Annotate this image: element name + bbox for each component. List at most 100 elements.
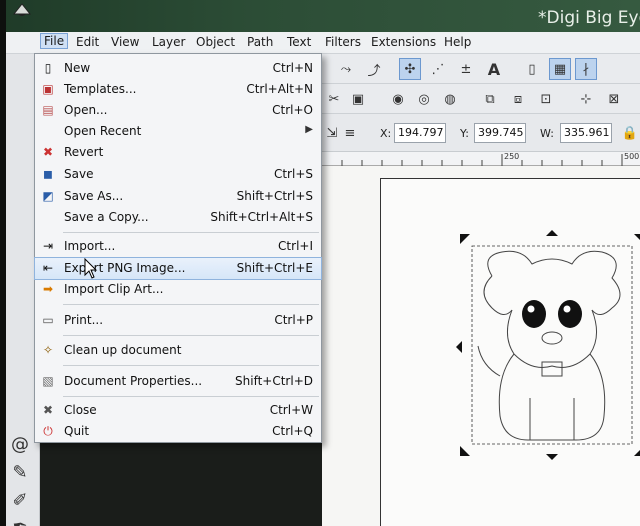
snap-path-icon[interactable]: ⋰ <box>428 59 448 79</box>
menu-item-shortcut: Ctrl+Q <box>272 424 313 438</box>
menu-item-document-properties[interactable]: ▧ Document Properties... Shift+Ctrl+D <box>35 371 321 392</box>
w-label: W: <box>540 127 554 140</box>
zoom-drawing-icon[interactable]: ◎ <box>414 89 434 109</box>
menu-separator <box>63 365 319 366</box>
pencil-tool-icon[interactable]: ✎ <box>8 462 32 484</box>
menu-item-templates[interactable]: ▣ Templates... Ctrl+Alt+N <box>35 79 321 100</box>
new-document-icon: ▯ <box>44 61 52 75</box>
align-icon[interactable]: ≡ <box>340 123 360 143</box>
menu-item-quit[interactable]: ⏻ Quit Ctrl+Q <box>35 421 321 442</box>
menu-item-save-copy[interactable]: Save a Copy... Shift+Ctrl+Alt+S <box>35 207 321 228</box>
menu-extensions[interactable]: Extensions <box>371 35 436 49</box>
quit-icon: ⏻ <box>43 424 53 438</box>
ungroup-icon[interactable]: ⊠ <box>604 89 624 109</box>
menu-item-label: Templates... <box>64 82 137 96</box>
menu-item-label: Print... <box>64 313 104 327</box>
menu-item-clean-up[interactable]: ✧ Clean up document <box>35 340 321 361</box>
menu-item-label: Import... <box>64 239 116 253</box>
import-icon: ⇥ <box>42 239 54 253</box>
menu-item-label: Import Clip Art... <box>64 282 164 296</box>
menu-item-label: Close <box>64 403 97 417</box>
menu-item-import-clip-art[interactable]: ➡ Import Clip Art... <box>35 279 321 300</box>
revert-icon: ✖ <box>42 145 54 159</box>
document-title: *Digi Big Eye <box>538 8 640 28</box>
x-field[interactable]: 194.797 <box>394 123 446 143</box>
text-tool-icon[interactable]: A <box>484 59 504 79</box>
y-label: Y: <box>460 127 469 140</box>
title-bar: *Digi Big Eye <box>0 0 640 32</box>
ruler-ticks <box>341 154 623 166</box>
menu-edit[interactable]: Edit <box>76 35 99 49</box>
menu-separator <box>63 232 319 233</box>
menu-object[interactable]: Object <box>196 35 235 49</box>
menu-item-save[interactable]: ◼ Save Ctrl+S <box>35 164 321 185</box>
y-field[interactable]: 399.745 <box>474 123 526 143</box>
horizontal-ruler: 250 500 <box>322 152 640 166</box>
menu-item-revert[interactable]: ✖ Revert <box>35 142 321 163</box>
menu-item-label: Revert <box>64 145 104 159</box>
document-properties-icon: ▧ <box>42 374 54 388</box>
menu-file[interactable]: File <box>39 33 69 49</box>
drawing-canvas[interactable] <box>322 166 640 526</box>
grid-icon[interactable]: ▦ <box>549 58 571 80</box>
calligraphy-tool-icon[interactable]: ✐ <box>8 490 32 512</box>
menu-item-save-as[interactable]: ◩ Save As... Shift+Ctrl+S <box>35 186 321 207</box>
save-as-icon: ◩ <box>42 189 54 203</box>
menu-item-shortcut: Ctrl+I <box>278 239 313 253</box>
open-folder-icon: ▤ <box>42 103 54 117</box>
menu-item-new[interactable]: ▯ New Ctrl+N <box>35 58 321 79</box>
menu-item-shortcut: Ctrl+W <box>269 403 313 417</box>
menu-help[interactable]: Help <box>444 35 471 49</box>
menu-item-label: Open... <box>64 103 108 117</box>
unlink-clone-icon[interactable]: ⊡ <box>536 89 556 109</box>
menu-item-label: Save a Copy... <box>64 210 149 224</box>
snap-nodes-icon[interactable]: ✣ <box>399 58 421 80</box>
broom-icon: ✧ <box>42 343 54 357</box>
clip-art-icon: ➡ <box>42 282 54 296</box>
zoom-page-icon[interactable]: ◍ <box>440 89 460 109</box>
menu-item-import[interactable]: ⇥ Import... Ctrl+I <box>35 236 321 257</box>
lock-icon[interactable]: 🔒 <box>620 123 640 143</box>
menu-separator <box>63 304 319 305</box>
zoom-selection-icon[interactable]: ◉ <box>388 89 408 109</box>
menu-item-shortcut: Ctrl+N <box>272 61 313 75</box>
export-png-icon: ⇤ <box>42 261 54 275</box>
menu-item-print[interactable]: ▭ Print... Ctrl+P <box>35 310 321 331</box>
flip-icon[interactable]: ⇲ <box>322 123 342 143</box>
guides-icon[interactable]: ∤ <box>575 58 597 80</box>
menu-item-open-recent[interactable]: Open Recent ▶ <box>35 121 321 142</box>
x-label: X: <box>380 127 392 140</box>
menu-item-shortcut: Shift+Ctrl+D <box>235 374 313 388</box>
menu-filters[interactable]: Filters <box>325 35 361 49</box>
menu-item-shortcut: Shift+Ctrl+E <box>236 261 313 275</box>
menu-item-shortcut: Shift+Ctrl+S <box>236 189 313 203</box>
menu-item-export-png[interactable]: ⇤ Export PNG Image... Shift+Ctrl+E <box>34 257 322 280</box>
menu-path[interactable]: Path <box>247 35 273 49</box>
menu-layer[interactable]: Layer <box>152 35 185 49</box>
paste-icon[interactable]: ▣ <box>348 89 368 109</box>
group-icon[interactable]: ⊹ <box>576 89 596 109</box>
spiral-tool-icon[interactable]: @ <box>8 434 32 456</box>
menu-text[interactable]: Text <box>287 35 311 49</box>
cut-icon[interactable]: ✂ <box>324 89 344 109</box>
menu-item-label: Export PNG Image... <box>64 261 186 275</box>
menu-item-label: Save <box>64 167 94 181</box>
page-icon[interactable]: ▯ <box>522 59 542 79</box>
menu-item-open[interactable]: ▤ Open... Ctrl+O <box>35 100 321 121</box>
menu-bar: File Edit View Layer Object Path Text Fi… <box>0 32 640 54</box>
w-field[interactable]: 335.961 <box>560 123 612 143</box>
path-break-icon[interactable]: ⤴ <box>364 59 384 79</box>
bezier-node-icon[interactable]: ⤳ <box>336 59 356 79</box>
menu-item-shortcut: Ctrl+P <box>274 313 313 327</box>
inkscape-logo-icon[interactable] <box>12 2 32 22</box>
snap-plus-icon[interactable]: ± <box>456 59 476 79</box>
menu-item-close[interactable]: ✖ Close Ctrl+W <box>35 400 321 421</box>
ruler-label-250: 250 <box>504 152 520 161</box>
submenu-arrow-icon: ▶ <box>305 124 313 135</box>
menu-view[interactable]: View <box>111 35 139 49</box>
menu-item-shortcut: Ctrl+S <box>273 167 313 181</box>
pen-tool-icon[interactable]: ✒ <box>8 516 32 526</box>
duplicate-icon[interactable]: ⧉ <box>480 89 500 109</box>
puppy-drawing[interactable] <box>452 226 640 526</box>
clone-icon[interactable]: ⧈ <box>508 89 528 109</box>
